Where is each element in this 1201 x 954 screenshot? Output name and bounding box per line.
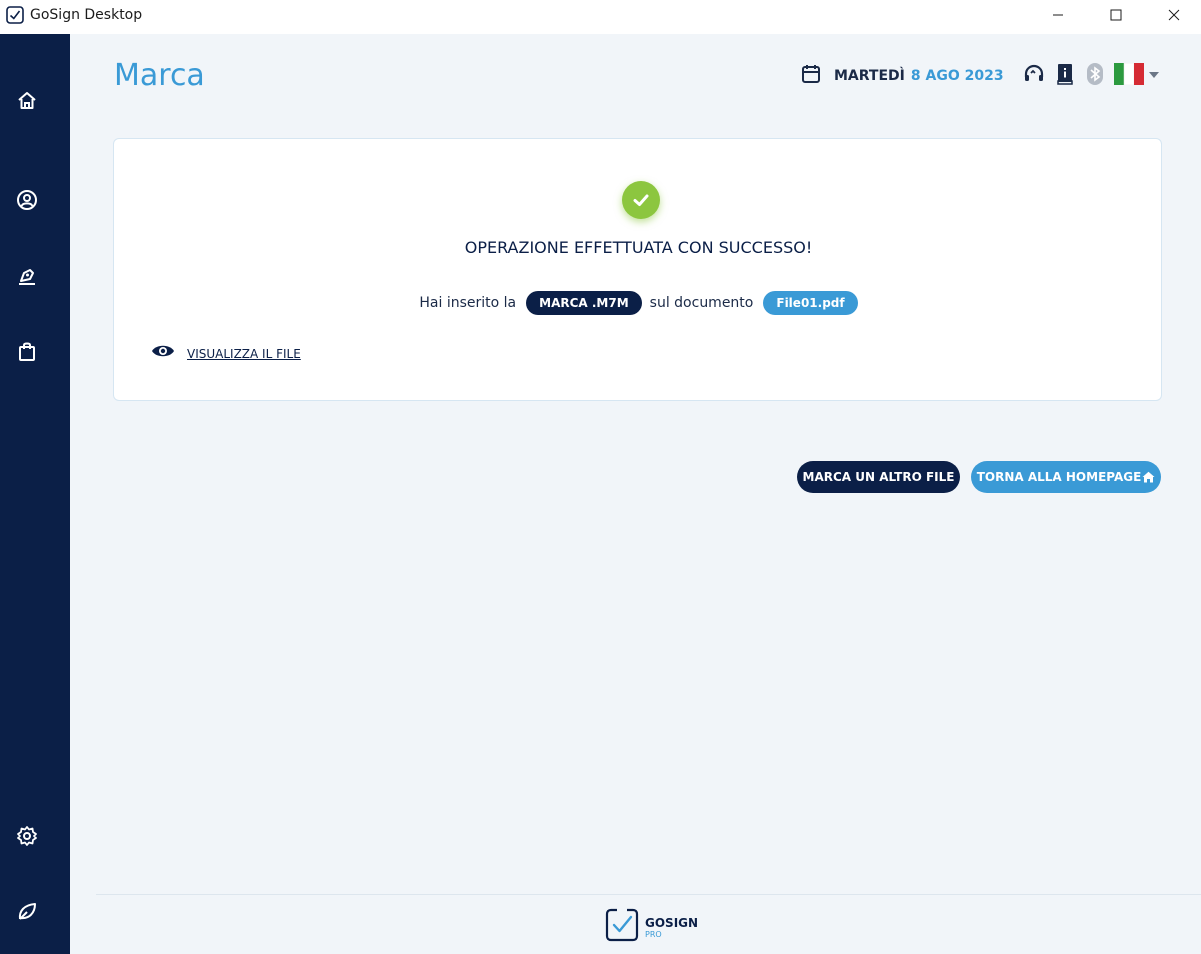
- logo-main-text: GOSIGN: [645, 915, 699, 930]
- calendar-icon: [800, 63, 822, 90]
- maximize-button[interactable]: [1093, 0, 1139, 33]
- headset-icon[interactable]: [1022, 62, 1046, 91]
- logo-sub-text: PRO: [645, 929, 662, 939]
- pen-sign-icon: [16, 265, 38, 292]
- eye-icon: [151, 343, 175, 364]
- header-toolbar: MARTEDÌ 8 AGO 2023: [800, 62, 1160, 90]
- minimize-button[interactable]: [1035, 0, 1081, 33]
- window-titlebar: GoSign Desktop: [0, 0, 1201, 33]
- italy-flag-icon[interactable]: [1113, 62, 1144, 90]
- view-file-link[interactable]: VISUALIZZA IL FILE: [151, 343, 301, 364]
- home-icon: [1142, 471, 1155, 483]
- info-middle: sul documento: [649, 295, 754, 311]
- minimize-icon: [1052, 8, 1064, 26]
- success-title: OPERAZIONE EFFETTUATA CON SUCCESSO!: [464, 238, 813, 257]
- date-value: 8 AGO 2023: [910, 68, 1004, 84]
- home-icon: [16, 90, 38, 117]
- leaf-icon: [16, 901, 38, 928]
- back-to-homepage-button[interactable]: TORNA ALLA HOMEPAGE: [971, 461, 1161, 493]
- date-weekday: MARTEDÌ: [834, 68, 905, 84]
- logo-text: GOSIGN PRO: [645, 917, 698, 939]
- sidebar-item-home[interactable]: [14, 90, 40, 116]
- result-card: OPERAZIONE EFFETTUATA CON SUCCESSO! Hai …: [113, 138, 1162, 401]
- sidebar-item-profile[interactable]: [14, 189, 40, 215]
- user-circle-icon: [16, 189, 38, 216]
- mark-type-badge: MARCA .M7M: [526, 291, 642, 315]
- info-prefix: Hai inserito la: [419, 295, 517, 311]
- window-title: GoSign Desktop: [30, 7, 143, 23]
- mark-another-file-button[interactable]: MARCA UN ALTRO FILE: [797, 461, 960, 493]
- gosign-app-icon: [6, 6, 24, 24]
- close-button[interactable]: [1151, 0, 1197, 33]
- back-to-homepage-label: TORNA ALLA HOMEPAGE: [976, 470, 1142, 484]
- success-check-icon: [622, 181, 660, 219]
- sidebar-item-shop[interactable]: [14, 340, 40, 366]
- sidebar-item-settings[interactable]: [14, 825, 40, 851]
- close-icon: [1168, 8, 1180, 26]
- sidebar-item-sign[interactable]: [14, 265, 40, 291]
- maximize-icon: [1110, 8, 1122, 26]
- bluetooth-icon[interactable]: [1086, 62, 1104, 91]
- gosign-logo-icon: [605, 908, 639, 947]
- main-content: Marca MARTEDÌ 8 AGO 2023 OPERAZIONE EFFE…: [70, 34, 1201, 954]
- view-file-label[interactable]: VISUALIZZA IL FILE: [187, 347, 301, 361]
- gear-icon: [16, 825, 38, 852]
- sidebar-item-eco[interactable]: [14, 901, 40, 927]
- info-book-icon[interactable]: [1054, 62, 1076, 91]
- gosign-pro-logo: GOSIGN PRO: [605, 908, 698, 947]
- result-info-line: Hai inserito la MARCA .M7M sul documento…: [114, 291, 1163, 315]
- footer-divider: [96, 894, 1201, 895]
- file-name-badge: File01.pdf: [763, 291, 858, 315]
- chevron-down-icon[interactable]: [1148, 67, 1160, 85]
- page-title: Marca: [114, 58, 205, 93]
- shopping-bag-icon: [16, 340, 38, 367]
- sidebar: [0, 34, 70, 954]
